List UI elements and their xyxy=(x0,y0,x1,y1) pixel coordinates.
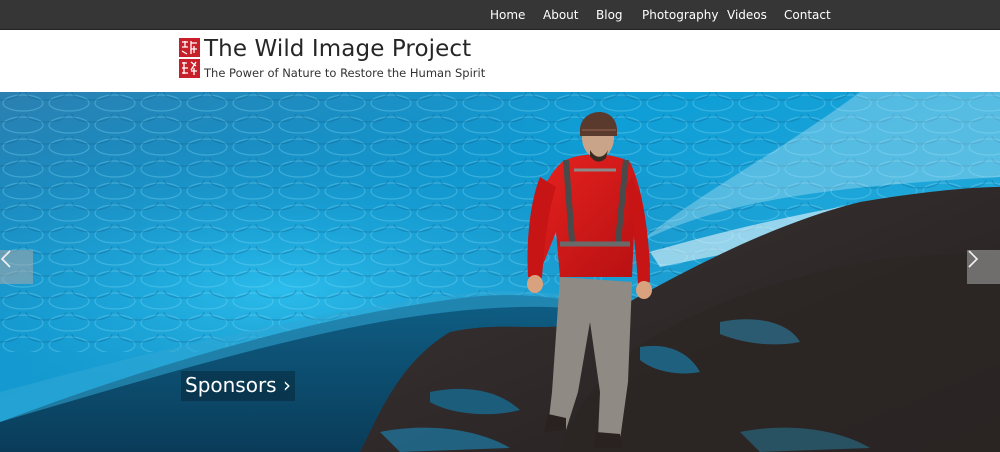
slide-caption-link[interactable]: Sponsors › xyxy=(181,371,295,401)
nav-about-link[interactable]: About xyxy=(543,0,578,30)
nav-contact-link[interactable]: Contact xyxy=(784,0,831,30)
hero-slider: Sponsors › xyxy=(0,92,1000,452)
site-title[interactable]: The Wild Image Project xyxy=(204,36,471,62)
nav-photography-link[interactable]: Photography xyxy=(642,0,718,30)
site-header: The Wild Image Project The Power of Natu… xyxy=(0,30,1000,92)
nav-videos-link[interactable]: Videos xyxy=(727,0,767,30)
site-tagline: The Power of Nature to Restore the Human… xyxy=(204,66,486,80)
slider-next-button[interactable] xyxy=(967,250,1000,284)
nav-blog-link[interactable]: Blog xyxy=(596,0,623,30)
top-nav-bar: Home About Blog Photography Videos Conta… xyxy=(0,0,1000,30)
hero-image xyxy=(0,92,1000,452)
nav-home-link[interactable]: Home xyxy=(490,0,525,30)
slider-prev-button[interactable] xyxy=(0,250,33,284)
logo-seal-icon[interactable] xyxy=(179,38,200,78)
